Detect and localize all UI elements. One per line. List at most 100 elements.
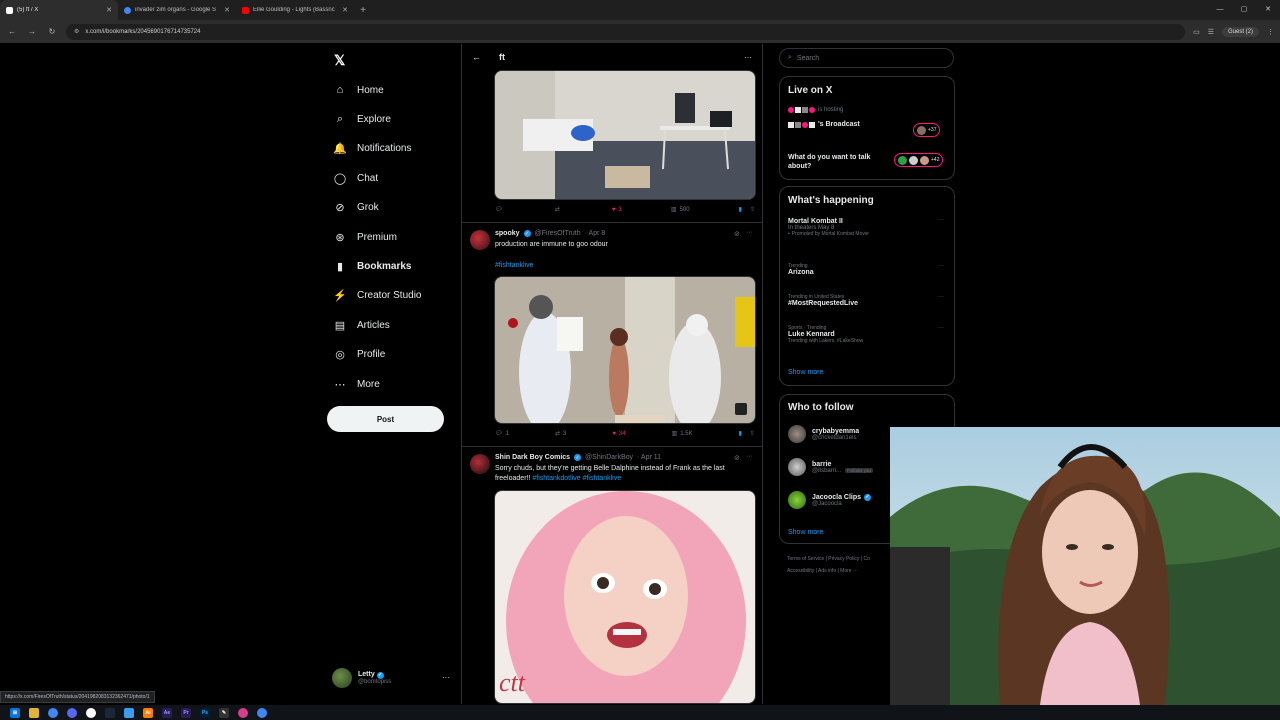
bookmark-icon[interactable]: ▮ (739, 430, 742, 437)
more-options-icon[interactable]: ··· (744, 53, 752, 62)
profile-button[interactable]: Guest (2) (1221, 26, 1259, 37)
nav-item-explore[interactable]: ⌕ Explore (333, 109, 391, 129)
show-more-link[interactable]: Show more (788, 369, 823, 376)
nav-item-chat[interactable]: ◯ Chat (333, 168, 378, 188)
reload-icon[interactable]: ↻ (46, 27, 58, 36)
tab-x-ft[interactable]: (5) ft / X ✕ (0, 0, 118, 20)
more-options-icon[interactable]: ··· (746, 453, 753, 460)
reply-button[interactable]: 💬︎ (495, 206, 506, 213)
like-button[interactable]: ♥ 3 (612, 207, 622, 213)
browser-icon[interactable] (86, 707, 96, 718)
views-button[interactable]: ▥ 1.5K (672, 430, 693, 438)
close-tab-icon[interactable]: ✕ (106, 6, 112, 14)
nav-item-profile[interactable]: ◎ Profile (333, 344, 385, 364)
nav-item-premium[interactable]: ⊛ Premium (333, 227, 397, 247)
nav-item-articles[interactable]: ▤ Articles (333, 315, 390, 335)
nav-item-creator-studio[interactable]: ⚡ Creator Studio (333, 285, 421, 305)
premiere-icon[interactable]: Pr (181, 707, 191, 718)
account-more-icon[interactable]: ··· (442, 673, 450, 682)
follow-suggestion[interactable]: barrie @itsbarri... Follows you (788, 458, 873, 476)
site-info-icon[interactable]: ⚙ (74, 28, 79, 35)
close-tab-icon[interactable]: ✕ (342, 6, 348, 14)
sidebar-icon[interactable]: ☰ (1208, 28, 1214, 36)
nav-item-grok[interactable]: ⊘ Grok (333, 197, 378, 217)
nav-item-more[interactable]: ⋯ More (333, 374, 380, 394)
views-button[interactable]: ▥ 500 (671, 206, 690, 214)
trend-more-icon[interactable]: ··· (938, 294, 944, 300)
footer-links[interactable]: Terms of Service | Privacy Policy | Co (787, 556, 870, 562)
follow-suggestion[interactable]: Jacoocla Clips ✓ @Jacoocla (788, 491, 872, 509)
tweet-date[interactable]: · Apr 11 (637, 454, 661, 461)
photoshop-icon[interactable]: Ps (200, 707, 210, 718)
app-icon[interactable] (238, 707, 248, 718)
follow-suggestion[interactable]: crybabyemma @cricketdan1els (788, 425, 859, 443)
space-question[interactable]: What do you want to talk about? (788, 153, 888, 171)
footer-links[interactable]: Accessibility | Ads info | More ··· (787, 568, 858, 574)
tab-google[interactable]: invader zim organs - Google S ✕ (118, 0, 236, 20)
trend-item[interactable]: Trending Arizona (788, 263, 814, 276)
close-window-icon[interactable]: ✕ (1256, 0, 1280, 20)
trend-item[interactable]: Trending in United States #MostRequested… (788, 294, 858, 307)
tab-youtube[interactable]: Ellie Goulding - Lights (Bassnc ✕ (236, 0, 354, 20)
trend-item[interactable]: Mortal Kombat II In theaters May 8 ▪ Prom… (788, 218, 938, 237)
tweet-date[interactable]: · Apr 8 (585, 230, 606, 237)
account-switcher[interactable]: Letty ✓ @bomtopiss (332, 668, 391, 688)
live-listeners-badge[interactable]: +42 (894, 153, 944, 167)
author-handle[interactable]: @ShinDarkBoy (585, 454, 633, 461)
show-more-link[interactable]: Show more (788, 529, 823, 536)
after-effects-icon[interactable]: Ae (162, 707, 172, 718)
grok-icon[interactable]: ⊘ (734, 454, 740, 462)
tweet-media-image[interactable]: ctt (494, 490, 756, 704)
chrome-icon[interactable] (48, 707, 58, 718)
nav-item-bookmarks[interactable]: ▮ Bookmarks (333, 256, 412, 276)
steam-icon[interactable] (105, 707, 115, 718)
live-host[interactable]: is hosting (788, 107, 843, 113)
live-broadcast[interactable]: 's Broadcast (788, 121, 860, 128)
share-icon[interactable]: ⇧ (750, 430, 755, 437)
forward-icon[interactable]: → (26, 27, 38, 36)
hashtag-link[interactable]: #fishtankdotlive #fishtanklive (532, 475, 621, 482)
trend-more-icon[interactable]: ··· (938, 325, 944, 331)
trend-item[interactable]: Sports · Trending Luke Kennard Trending … (788, 325, 863, 344)
trend-more-icon[interactable]: ··· (938, 263, 944, 269)
share-icon[interactable]: ⇧ (750, 206, 755, 213)
windows-start-icon[interactable]: ⊞ (10, 707, 20, 718)
search-input[interactable]: ⌕ Search (779, 48, 954, 68)
more-options-icon[interactable]: ··· (746, 229, 753, 236)
discord-icon[interactable] (67, 707, 77, 718)
hashtag-link[interactable]: #fishtanklive (495, 261, 757, 271)
post-button[interactable]: Post (327, 406, 444, 432)
avatar[interactable] (470, 230, 490, 250)
tweet-media-image[interactable] (494, 276, 756, 424)
live-listeners-badge[interactable]: +37 (913, 123, 941, 137)
minimize-icon[interactable]: — (1208, 0, 1232, 20)
menu-icon[interactable]: ⋮ (1267, 28, 1274, 36)
trend-more-icon[interactable]: ··· (938, 217, 944, 223)
author-name[interactable]: Shin Dark Boy Comics (495, 454, 570, 461)
avatar[interactable] (470, 454, 490, 474)
maximize-icon[interactable]: ▢ (1232, 0, 1256, 20)
new-tab-button[interactable]: + (354, 0, 372, 20)
chrome-icon[interactable] (257, 707, 267, 718)
pen-tool-icon[interactable]: ✎ (219, 707, 229, 718)
nav-item-notifications[interactable]: 🔔 Notifications (333, 138, 411, 158)
nav-item-home[interactable]: ⌂ Home (333, 80, 384, 100)
back-arrow-icon[interactable]: ← (472, 52, 481, 62)
url-field[interactable]: ⚙ x.com/i/bookmarks/2045690176714735724 (66, 23, 1186, 40)
back-icon[interactable]: ← (6, 27, 18, 36)
app-icon[interactable] (124, 707, 134, 718)
grok-icon[interactable]: ⊘ (734, 230, 740, 238)
like-button[interactable]: ♥ 34 (612, 431, 625, 437)
x-logo-icon[interactable]: 𝕏 (334, 52, 345, 69)
author-handle[interactable]: @FiresOfTruth (535, 230, 581, 237)
reply-button[interactable]: 💬︎ 1 (495, 430, 509, 438)
author-name[interactable]: spooky (495, 230, 520, 237)
repost-button[interactable]: ⇄ (555, 206, 563, 213)
cast-icon[interactable]: ▭ (1193, 28, 1200, 36)
tweet-media-image[interactable] (494, 70, 756, 200)
repost-button[interactable]: ⇄ 3 (555, 430, 566, 438)
bookmark-icon[interactable]: ▮ (739, 206, 742, 213)
illustrator-icon[interactable]: Ai (143, 707, 153, 718)
close-tab-icon[interactable]: ✕ (224, 6, 230, 14)
file-explorer-icon[interactable] (29, 707, 39, 718)
